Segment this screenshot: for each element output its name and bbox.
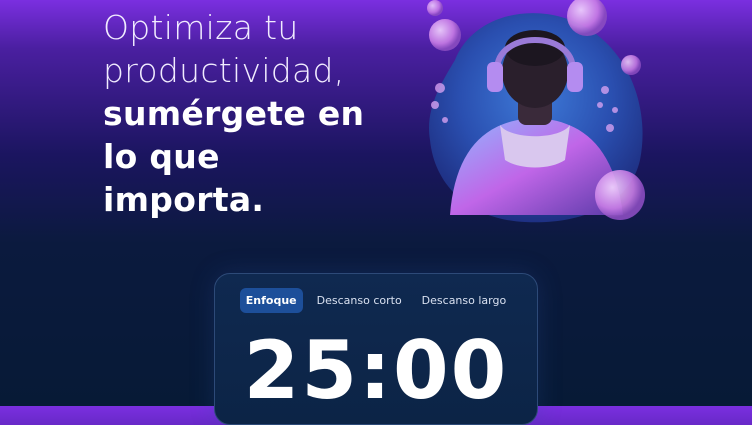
- hero-headline: Optimiza tu productividad, sumérgete en …: [103, 6, 393, 221]
- hero-line-4: lo que: [103, 137, 220, 176]
- tab-enfoque[interactable]: Enfoque: [239, 288, 303, 313]
- hero-line-5: importa.: [103, 180, 265, 219]
- tab-descanso-corto[interactable]: Descanso corto: [311, 288, 408, 313]
- hero-line-2: productividad,: [103, 51, 345, 90]
- hero-line-3: sumérgete en: [103, 94, 365, 133]
- person-headphones-icon: [427, 0, 645, 223]
- hero-line-1: Optimiza tu: [103, 8, 299, 47]
- pomodoro-timer-card: Enfoque Descanso corto Descanso largo 25…: [214, 273, 538, 425]
- hero-illustration: [415, 0, 655, 225]
- timer-mode-tabs: Enfoque Descanso corto Descanso largo: [215, 288, 537, 313]
- tab-descanso-largo[interactable]: Descanso largo: [416, 288, 513, 313]
- timer-display: 25:00: [243, 324, 509, 417]
